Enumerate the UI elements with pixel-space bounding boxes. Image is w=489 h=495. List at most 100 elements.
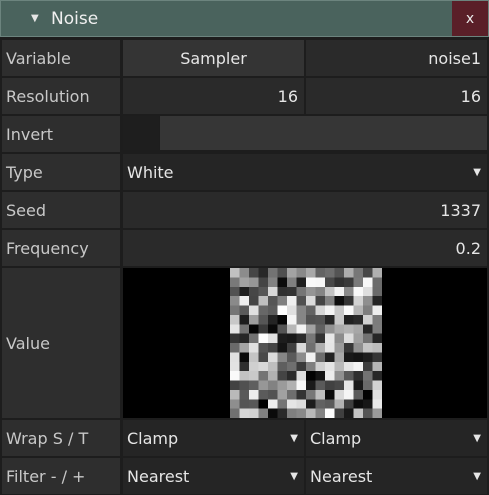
type-label: Type (2, 154, 120, 190)
noise-pixel (268, 389, 278, 400)
seed-field[interactable]: 1337 (123, 192, 487, 228)
panel-header[interactable]: ▼ Noise x (0, 0, 489, 37)
resolution-x-field[interactable]: 16 (123, 78, 304, 114)
noise-pixel (249, 333, 259, 343)
noise-pixel (325, 380, 335, 390)
noise-pixel (353, 314, 363, 325)
noise-pixel (353, 343, 363, 353)
filter-min-dropdown[interactable]: Nearest ▼ (123, 458, 304, 494)
noise-pixel (249, 296, 259, 306)
invert-row: Invert (0, 116, 489, 152)
noise-pixel (372, 380, 382, 390)
noise-pixel (325, 333, 335, 343)
noise-pixel (344, 305, 354, 315)
noise-pixel (363, 286, 373, 297)
noise-pixel (249, 408, 259, 418)
collapse-triangle-icon[interactable]: ▼ (31, 13, 39, 24)
noise-pixel (277, 371, 287, 381)
filter-row: Filter - / + Nearest ▼ Nearest ▼ (0, 458, 489, 494)
variable-type-button[interactable]: Sampler (123, 40, 304, 76)
noise-pixel (344, 268, 354, 278)
noise-pixel (258, 324, 268, 334)
noise-pixel (372, 352, 382, 362)
invert-checkbox[interactable] (123, 116, 159, 150)
noise-pixel (363, 371, 373, 381)
noise-pixel (296, 286, 306, 297)
noise-pixel (249, 361, 259, 372)
noise-pixel (315, 277, 325, 287)
noise-pixel (277, 361, 287, 372)
noise-pixel (334, 343, 344, 353)
noise-pixel (315, 361, 325, 372)
noise-pixel (363, 380, 373, 390)
noise-pixel (249, 314, 259, 325)
noise-pixel (315, 333, 325, 343)
noise-pixel (230, 324, 240, 334)
noise-pixel (296, 268, 306, 278)
noise-pixel (363, 305, 373, 315)
noise-pixel (277, 286, 287, 297)
wrap-t-dropdown[interactable]: Clamp ▼ (306, 420, 487, 456)
noise-pixel (372, 389, 382, 400)
noise-pixel (287, 268, 297, 278)
noise-pixel (363, 389, 373, 400)
wrap-s-dropdown[interactable]: Clamp ▼ (123, 420, 304, 456)
noise-pixel (239, 268, 249, 278)
noise-pixel (287, 408, 297, 418)
noise-pixel (258, 408, 268, 418)
noise-pixel (325, 389, 335, 400)
noise-pixel (325, 352, 335, 362)
noise-pixel (315, 314, 325, 325)
noise-preview-image (230, 268, 382, 418)
noise-pixel (325, 277, 335, 287)
type-row: Type White ▼ (0, 154, 489, 190)
noise-pixel (258, 352, 268, 362)
frequency-field[interactable]: 0.2 (123, 230, 487, 266)
noise-pixel (268, 277, 278, 287)
noise-pixel (296, 352, 306, 362)
invert-toggle-area[interactable] (160, 116, 487, 150)
noise-pixel (315, 389, 325, 400)
noise-pixel (277, 305, 287, 315)
noise-pixel (287, 277, 297, 287)
noise-pixel (334, 333, 344, 343)
noise-pixel (315, 286, 325, 297)
type-dropdown[interactable]: White ▼ (123, 154, 487, 190)
close-button[interactable]: x (452, 1, 488, 36)
noise-pixel (277, 343, 287, 353)
noise-pixel (344, 314, 354, 325)
noise-pixel (325, 286, 335, 297)
noise-pixel (334, 305, 344, 315)
noise-pixel (325, 314, 335, 325)
noise-pixel (353, 324, 363, 334)
noise-pixel (372, 371, 382, 381)
noise-pixel (306, 389, 316, 400)
noise-pixel (277, 408, 287, 418)
noise-pixel (287, 296, 297, 306)
noise-pixel (268, 268, 278, 278)
noise-pixel (287, 305, 297, 315)
noise-pixel (306, 399, 316, 409)
noise-pixel (296, 380, 306, 390)
noise-pixel (315, 268, 325, 278)
noise-pixel (296, 399, 306, 409)
noise-pixel (277, 296, 287, 306)
noise-pixel (239, 277, 249, 287)
noise-pixel (296, 343, 306, 353)
resolution-y-field[interactable]: 16 (306, 78, 487, 114)
noise-pixel (249, 305, 259, 315)
noise-pixel (239, 389, 249, 400)
noise-pixel (230, 352, 240, 362)
noise-pixel (258, 361, 268, 372)
noise-pixel (334, 380, 344, 390)
noise-pixel (239, 352, 249, 362)
filter-mag-dropdown[interactable]: Nearest ▼ (306, 458, 487, 494)
noise-pixel (334, 268, 344, 278)
noise-pixel (277, 389, 287, 400)
frequency-row: Frequency 0.2 (0, 230, 489, 266)
noise-pixel (258, 333, 268, 343)
noise-pixel (334, 399, 344, 409)
noise-pixel (268, 296, 278, 306)
variable-name-field[interactable]: noise1 (306, 40, 487, 76)
noise-pixel (258, 296, 268, 306)
